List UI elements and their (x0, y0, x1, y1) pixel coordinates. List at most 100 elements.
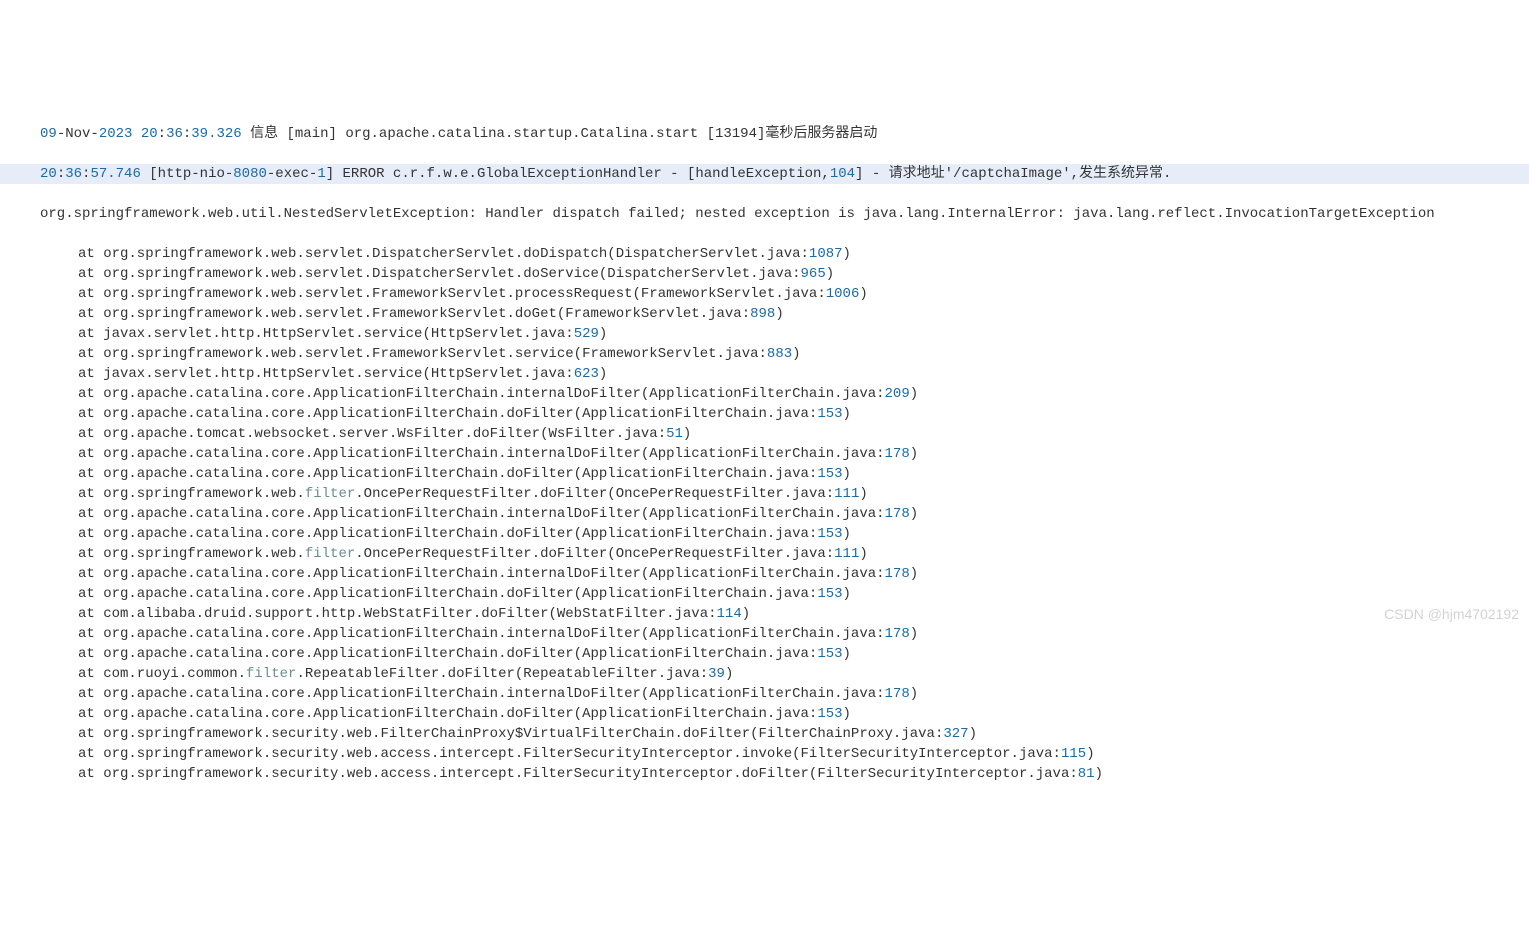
stack-frame-text: .OncePerRequestFilter.doFilter(OncePerRe… (355, 486, 834, 502)
port-number: 8080 (233, 166, 267, 182)
line-number: 39 (708, 666, 725, 682)
line-number: 898 (750, 306, 775, 322)
stack-frame-close: ) (859, 546, 867, 562)
stack-frame: at javax.servlet.http.HttpServlet.servic… (0, 364, 1529, 384)
filter-keyword: filter (305, 486, 355, 502)
stack-frame-close: ) (910, 566, 918, 582)
time-sep: : (158, 126, 166, 142)
line-number: 114 (717, 606, 742, 622)
stack-frame-close: ) (1095, 766, 1103, 782)
line-number: 623 (574, 366, 599, 382)
stack-frame: at org.apache.catalina.core.ApplicationF… (0, 404, 1529, 424)
stack-frame-close: ) (843, 586, 851, 602)
stack-frame-text: at org.apache.catalina.core.ApplicationF… (78, 586, 817, 602)
stack-frame: at org.apache.catalina.core.ApplicationF… (0, 524, 1529, 544)
stack-frame: at com.ruoyi.common.filter.RepeatableFil… (0, 664, 1529, 684)
line-number: 153 (817, 526, 842, 542)
stack-frame-text: at org.springframework.web.servlet.Frame… (78, 286, 826, 302)
exception-message: org.springframework.web.util.NestedServl… (0, 204, 1529, 224)
stack-frame-close: ) (683, 426, 691, 442)
datestamp-day: 09 (40, 126, 57, 142)
stack-frame-close: ) (859, 286, 867, 302)
line-number: 1087 (809, 246, 843, 262)
time-sep: : (57, 166, 65, 182)
stack-frame-close: ) (843, 466, 851, 482)
stack-frame-text: at javax.servlet.http.HttpServlet.servic… (78, 366, 574, 382)
line-number: 153 (817, 406, 842, 422)
stack-frame-text: at org.springframework.web. (78, 546, 305, 562)
stack-trace-container: at org.springframework.web.servlet.Dispa… (0, 244, 1529, 784)
stack-frame: at javax.servlet.http.HttpServlet.servic… (0, 324, 1529, 344)
stack-frame-text: at org.apache.catalina.core.ApplicationF… (78, 566, 885, 582)
stack-frame: at org.apache.catalina.core.ApplicationF… (0, 684, 1529, 704)
error-prefix: ] ERROR c.r.f.w.e.GlobalExceptionHandler… (326, 166, 830, 182)
stack-frame-close: ) (910, 446, 918, 462)
log-line-error: 20:36:57.746 [http-nio-8080-exec-1] ERRO… (0, 164, 1529, 184)
line-number: 153 (817, 586, 842, 602)
stack-frame-close: ) (910, 626, 918, 642)
stack-frame-close: ) (843, 706, 851, 722)
stack-frame: at org.apache.catalina.core.ApplicationF… (0, 384, 1529, 404)
stack-frame-close: ) (792, 346, 800, 362)
time-min: 36 (65, 166, 82, 182)
stack-frame-close: ) (599, 326, 607, 342)
stack-frame-text: at org.apache.catalina.core.ApplicationF… (78, 686, 885, 702)
stack-frame-close: ) (843, 646, 851, 662)
stack-frame-text: at org.apache.catalina.core.ApplicationF… (78, 526, 817, 542)
stack-frame-close: ) (843, 406, 851, 422)
space (132, 126, 140, 142)
handler-line-number: 104 (830, 166, 855, 182)
thread-mid: -exec- (267, 166, 317, 182)
stack-frame-text: at org.springframework.web. (78, 486, 305, 502)
stack-frame-close: ) (969, 726, 977, 742)
stack-frame: at com.alibaba.druid.support.http.WebSta… (0, 604, 1529, 624)
stack-frame-close: ) (775, 306, 783, 322)
line-number: 529 (574, 326, 599, 342)
stack-frame: at org.apache.tomcat.websocket.server.Ws… (0, 424, 1529, 444)
stack-frame-text: .RepeatableFilter.doFilter(RepeatableFil… (296, 666, 708, 682)
stack-frame: at org.springframework.security.web.Filt… (0, 724, 1529, 744)
stack-frame-close: ) (742, 606, 750, 622)
stack-frame: at org.springframework.web.servlet.Frame… (0, 284, 1529, 304)
stack-frame-text: at org.springframework.web.servlet.Dispa… (78, 246, 809, 262)
time-hour: 20 (40, 166, 57, 182)
stack-frame-text: at org.springframework.web.servlet.Frame… (78, 346, 767, 362)
stack-frame-close: ) (843, 246, 851, 262)
stack-frame-close: ) (910, 506, 918, 522)
stack-frame-close: ) (859, 486, 867, 502)
line-number: 51 (666, 426, 683, 442)
line-number: 153 (817, 706, 842, 722)
line-number: 178 (885, 506, 910, 522)
line-number: 178 (885, 566, 910, 582)
line-number: 1006 (826, 286, 860, 302)
stack-frame: at org.apache.catalina.core.ApplicationF… (0, 704, 1529, 724)
stack-frame-close: ) (910, 386, 918, 402)
stack-frame-text: at org.apache.tomcat.websocket.server.Ws… (78, 426, 666, 442)
stack-frame-close: ) (826, 266, 834, 282)
datestamp-year: 2023 (99, 126, 133, 142)
line-number: 111 (834, 486, 859, 502)
stack-frame-close: ) (599, 366, 607, 382)
time-hour: 20 (141, 126, 158, 142)
stack-frame-text: at com.alibaba.druid.support.http.WebSta… (78, 606, 717, 622)
datestamp-sep: -Nov- (57, 126, 99, 142)
exec-number: 1 (317, 166, 325, 182)
filter-keyword: filter (246, 666, 296, 682)
stack-frame: at org.springframework.web.servlet.Frame… (0, 344, 1529, 364)
stack-frame: at org.apache.catalina.core.ApplicationF… (0, 464, 1529, 484)
line-number: 209 (885, 386, 910, 402)
line-number: 178 (885, 626, 910, 642)
time-sec: 39.326 (191, 126, 241, 142)
error-message: ] - 请求地址'/captchaImage',发生系统异常. (855, 166, 1171, 182)
stack-frame: at org.apache.catalina.core.ApplicationF… (0, 584, 1529, 604)
line-number: 111 (834, 546, 859, 562)
stack-frame: at org.apache.catalina.core.ApplicationF… (0, 624, 1529, 644)
stack-frame: at org.apache.catalina.core.ApplicationF… (0, 644, 1529, 664)
line-number: 81 (1078, 766, 1095, 782)
log-output[interactable]: 09-Nov-2023 20:36:39.326 信息 [main] org.a… (0, 100, 1529, 804)
stack-frame-text: at org.springframework.security.web.acce… (78, 746, 1061, 762)
stack-frame-close: ) (910, 686, 918, 702)
stack-frame-text: at org.springframework.web.servlet.Dispa… (78, 266, 801, 282)
stack-frame-close: ) (725, 666, 733, 682)
log-line-startup: 09-Nov-2023 20:36:39.326 信息 [main] org.a… (0, 124, 1529, 144)
